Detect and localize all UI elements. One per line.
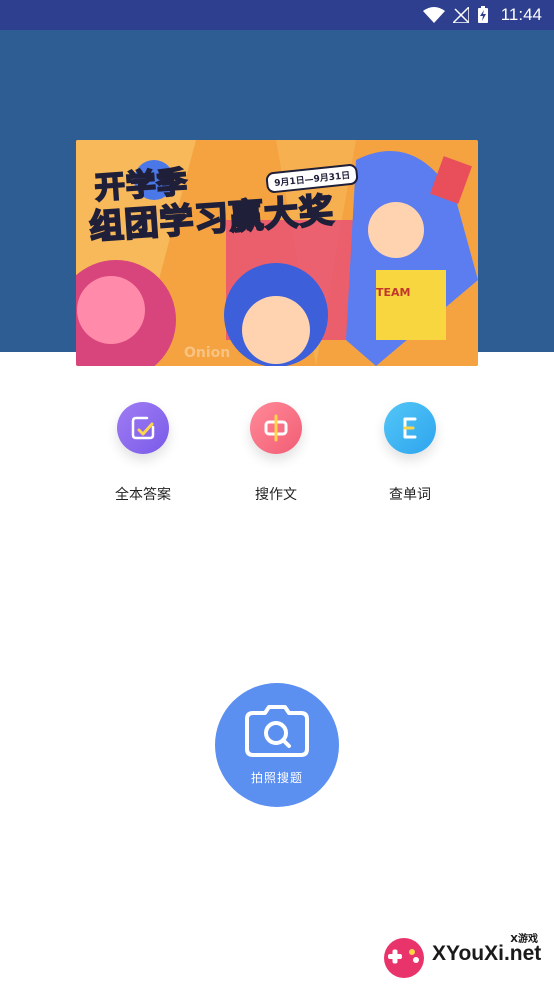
lookup-word-button[interactable]: 查单词 [350, 402, 470, 504]
wifi-icon [422, 7, 445, 23]
status-time: 11:44 [500, 5, 542, 24]
banner-headline-line1: 开学季 [93, 164, 190, 207]
photo-search-label: 拍照搜题 [250, 770, 303, 785]
english-e-icon [384, 402, 436, 454]
search-essay-button[interactable]: 搜作文 [216, 402, 336, 504]
watermark-site-name: XYouXi.net [432, 942, 542, 965]
gamepad-logo-icon [384, 938, 424, 978]
lookup-word-label: 查单词 [389, 487, 431, 503]
banner-team-text: TEAM [376, 286, 411, 299]
checklist-icon [117, 402, 169, 454]
search-essay-label: 搜作文 [255, 487, 297, 503]
promo-banner[interactable]: 开学季 组团学习赢大奖 9月1日—9月31日 Onion TEAM [76, 140, 478, 366]
site-watermark: X游戏 XYouXi.net [380, 928, 550, 982]
no-signal-icon [452, 7, 469, 23]
feature-shortcuts: 全本答案 搜作文 查单词 [0, 402, 554, 512]
photo-search-button[interactable]: 拍照搜题 [215, 683, 339, 807]
camera-search-icon [245, 704, 309, 761]
banner-headline: 开学季 组团学习赢大奖 [87, 154, 336, 249]
banner-brand: Onion [184, 345, 231, 361]
battery-charging-icon [477, 6, 489, 24]
chinese-zhong-icon [250, 402, 302, 454]
full-answers-button[interactable]: 全本答案 [83, 402, 203, 504]
status-bar: 11:44 [0, 0, 554, 30]
full-answers-label: 全本答案 [115, 487, 171, 503]
